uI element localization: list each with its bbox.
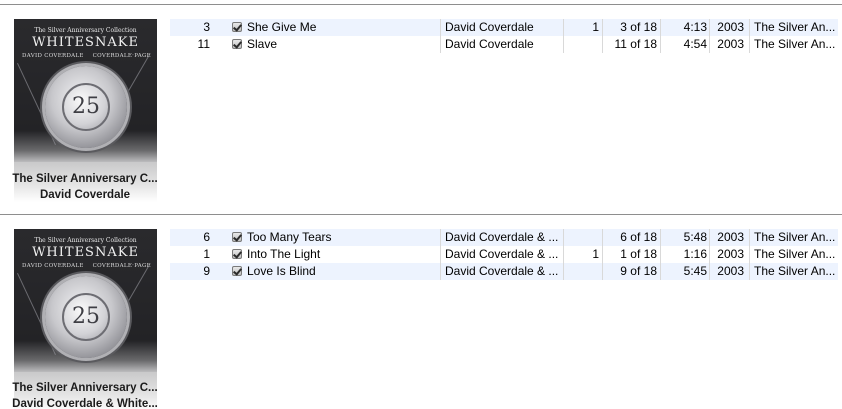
album-group: The Silver Anniversary Collection WHITES… (0, 215, 842, 409)
checkmark-icon (232, 249, 242, 259)
include-checkbox[interactable] (232, 36, 244, 53)
artwork-seal-number: 25 (62, 83, 110, 131)
track-time: 4:54 (683, 37, 707, 51)
table-row[interactable]: 6 Too Many Tears David Coverdale & ... 6… (170, 229, 838, 246)
track-year: 2003 (717, 37, 744, 51)
caption-album: The Silver Anniversary C... (12, 382, 158, 394)
track-disc: 1 (592, 20, 599, 34)
track-artist: David Coverdale (445, 20, 534, 34)
track-position: 11 of 18 (614, 37, 657, 51)
include-checkbox[interactable] (232, 229, 244, 246)
track-name: Too Many Tears (247, 230, 332, 244)
track-album: The Silver An... (754, 264, 836, 278)
track-position: 1 of 18 (620, 247, 657, 261)
artwork-top-line: The Silver Anniversary Collection (34, 237, 137, 244)
track-name: Into The Light (247, 247, 321, 261)
checkmark-icon (232, 232, 242, 242)
track-disc: 1 (592, 247, 599, 261)
caption-artist: David Coverdale (39, 189, 131, 201)
track-artist: David Coverdale & ... (445, 247, 559, 261)
checkmark-icon (232, 22, 242, 32)
artwork-seal: 25 (45, 276, 127, 358)
album-list-view: The Silver Anniversary Collection WHITES… (0, 0, 842, 409)
track-disc (565, 36, 599, 53)
track-position: 6 of 18 (620, 230, 657, 244)
include-checkbox[interactable] (232, 246, 244, 263)
track-index: 11 (197, 37, 210, 51)
track-index: 9 (203, 264, 210, 278)
track-artist: David Coverdale & ... (445, 264, 559, 278)
artwork-seal-number: 25 (62, 293, 110, 341)
track-position: 9 of 18 (620, 264, 657, 278)
checkmark-icon (232, 39, 242, 49)
track-year: 2003 (717, 230, 744, 244)
track-table: 6 Too Many Tears David Coverdale & ... 6… (170, 229, 838, 280)
track-time: 5:48 (683, 230, 707, 244)
artwork-band-name: WHITESNAKE (32, 245, 139, 260)
track-artist: David Coverdale (445, 37, 534, 51)
caption-artist: David Coverdale & White... (12, 398, 158, 409)
track-year: 2003 (717, 20, 744, 34)
track-disc (565, 229, 599, 246)
checkmark-icon (232, 266, 242, 276)
artwork-sub-right: COVERDALE·PAGE (92, 263, 151, 269)
artwork-top-line: The Silver Anniversary Collection (34, 27, 137, 34)
table-row[interactable]: 3 She Give Me David Coverdale 1 3 of 18 … (170, 19, 838, 36)
include-checkbox[interactable] (232, 263, 244, 280)
track-album: The Silver An... (754, 247, 836, 261)
caption-album: The Silver Anniversary C... (12, 173, 158, 185)
track-index: 3 (203, 20, 210, 34)
artwork-sub-right: COVERDALE·PAGE (92, 53, 151, 59)
track-artist: David Coverdale & ... (445, 230, 559, 244)
artwork-sub-left: DAVID COVERDALE (22, 53, 84, 59)
track-time: 4:13 (683, 20, 707, 34)
track-year: 2003 (717, 247, 744, 261)
track-position: 3 of 18 (620, 20, 657, 34)
table-row[interactable]: 11 Slave David Coverdale 11 of 18 4:54 2… (170, 36, 838, 53)
album-group: The Silver Anniversary Collection WHITES… (0, 5, 842, 212)
track-name: Slave (247, 37, 278, 51)
track-index: 6 (203, 230, 210, 244)
track-album: The Silver An... (754, 230, 836, 244)
artwork-sub-left: DAVID COVERDALE (22, 263, 84, 269)
table-row[interactable]: 9 Love Is Blind David Coverdale & ... 9 … (170, 263, 838, 280)
track-index: 1 (203, 247, 210, 261)
artwork-band-name: WHITESNAKE (32, 35, 139, 50)
artwork-seal: 25 (45, 66, 127, 148)
track-album: The Silver An... (754, 37, 836, 51)
track-name: She Give Me (247, 20, 317, 34)
track-disc (565, 263, 599, 280)
album-artwork[interactable]: The Silver Anniversary Collection WHITES… (14, 229, 157, 372)
track-time: 1:16 (683, 247, 707, 261)
track-year: 2003 (717, 264, 744, 278)
include-checkbox[interactable] (232, 19, 244, 36)
track-album: The Silver An... (754, 20, 836, 34)
album-artwork[interactable]: The Silver Anniversary Collection WHITES… (14, 19, 157, 162)
table-row[interactable]: 1 Into The Light David Coverdale & ... 1… (170, 246, 838, 263)
track-time: 5:45 (683, 264, 707, 278)
track-table: 3 She Give Me David Coverdale 1 3 of 18 … (170, 19, 838, 53)
track-name: Love Is Blind (247, 264, 316, 278)
